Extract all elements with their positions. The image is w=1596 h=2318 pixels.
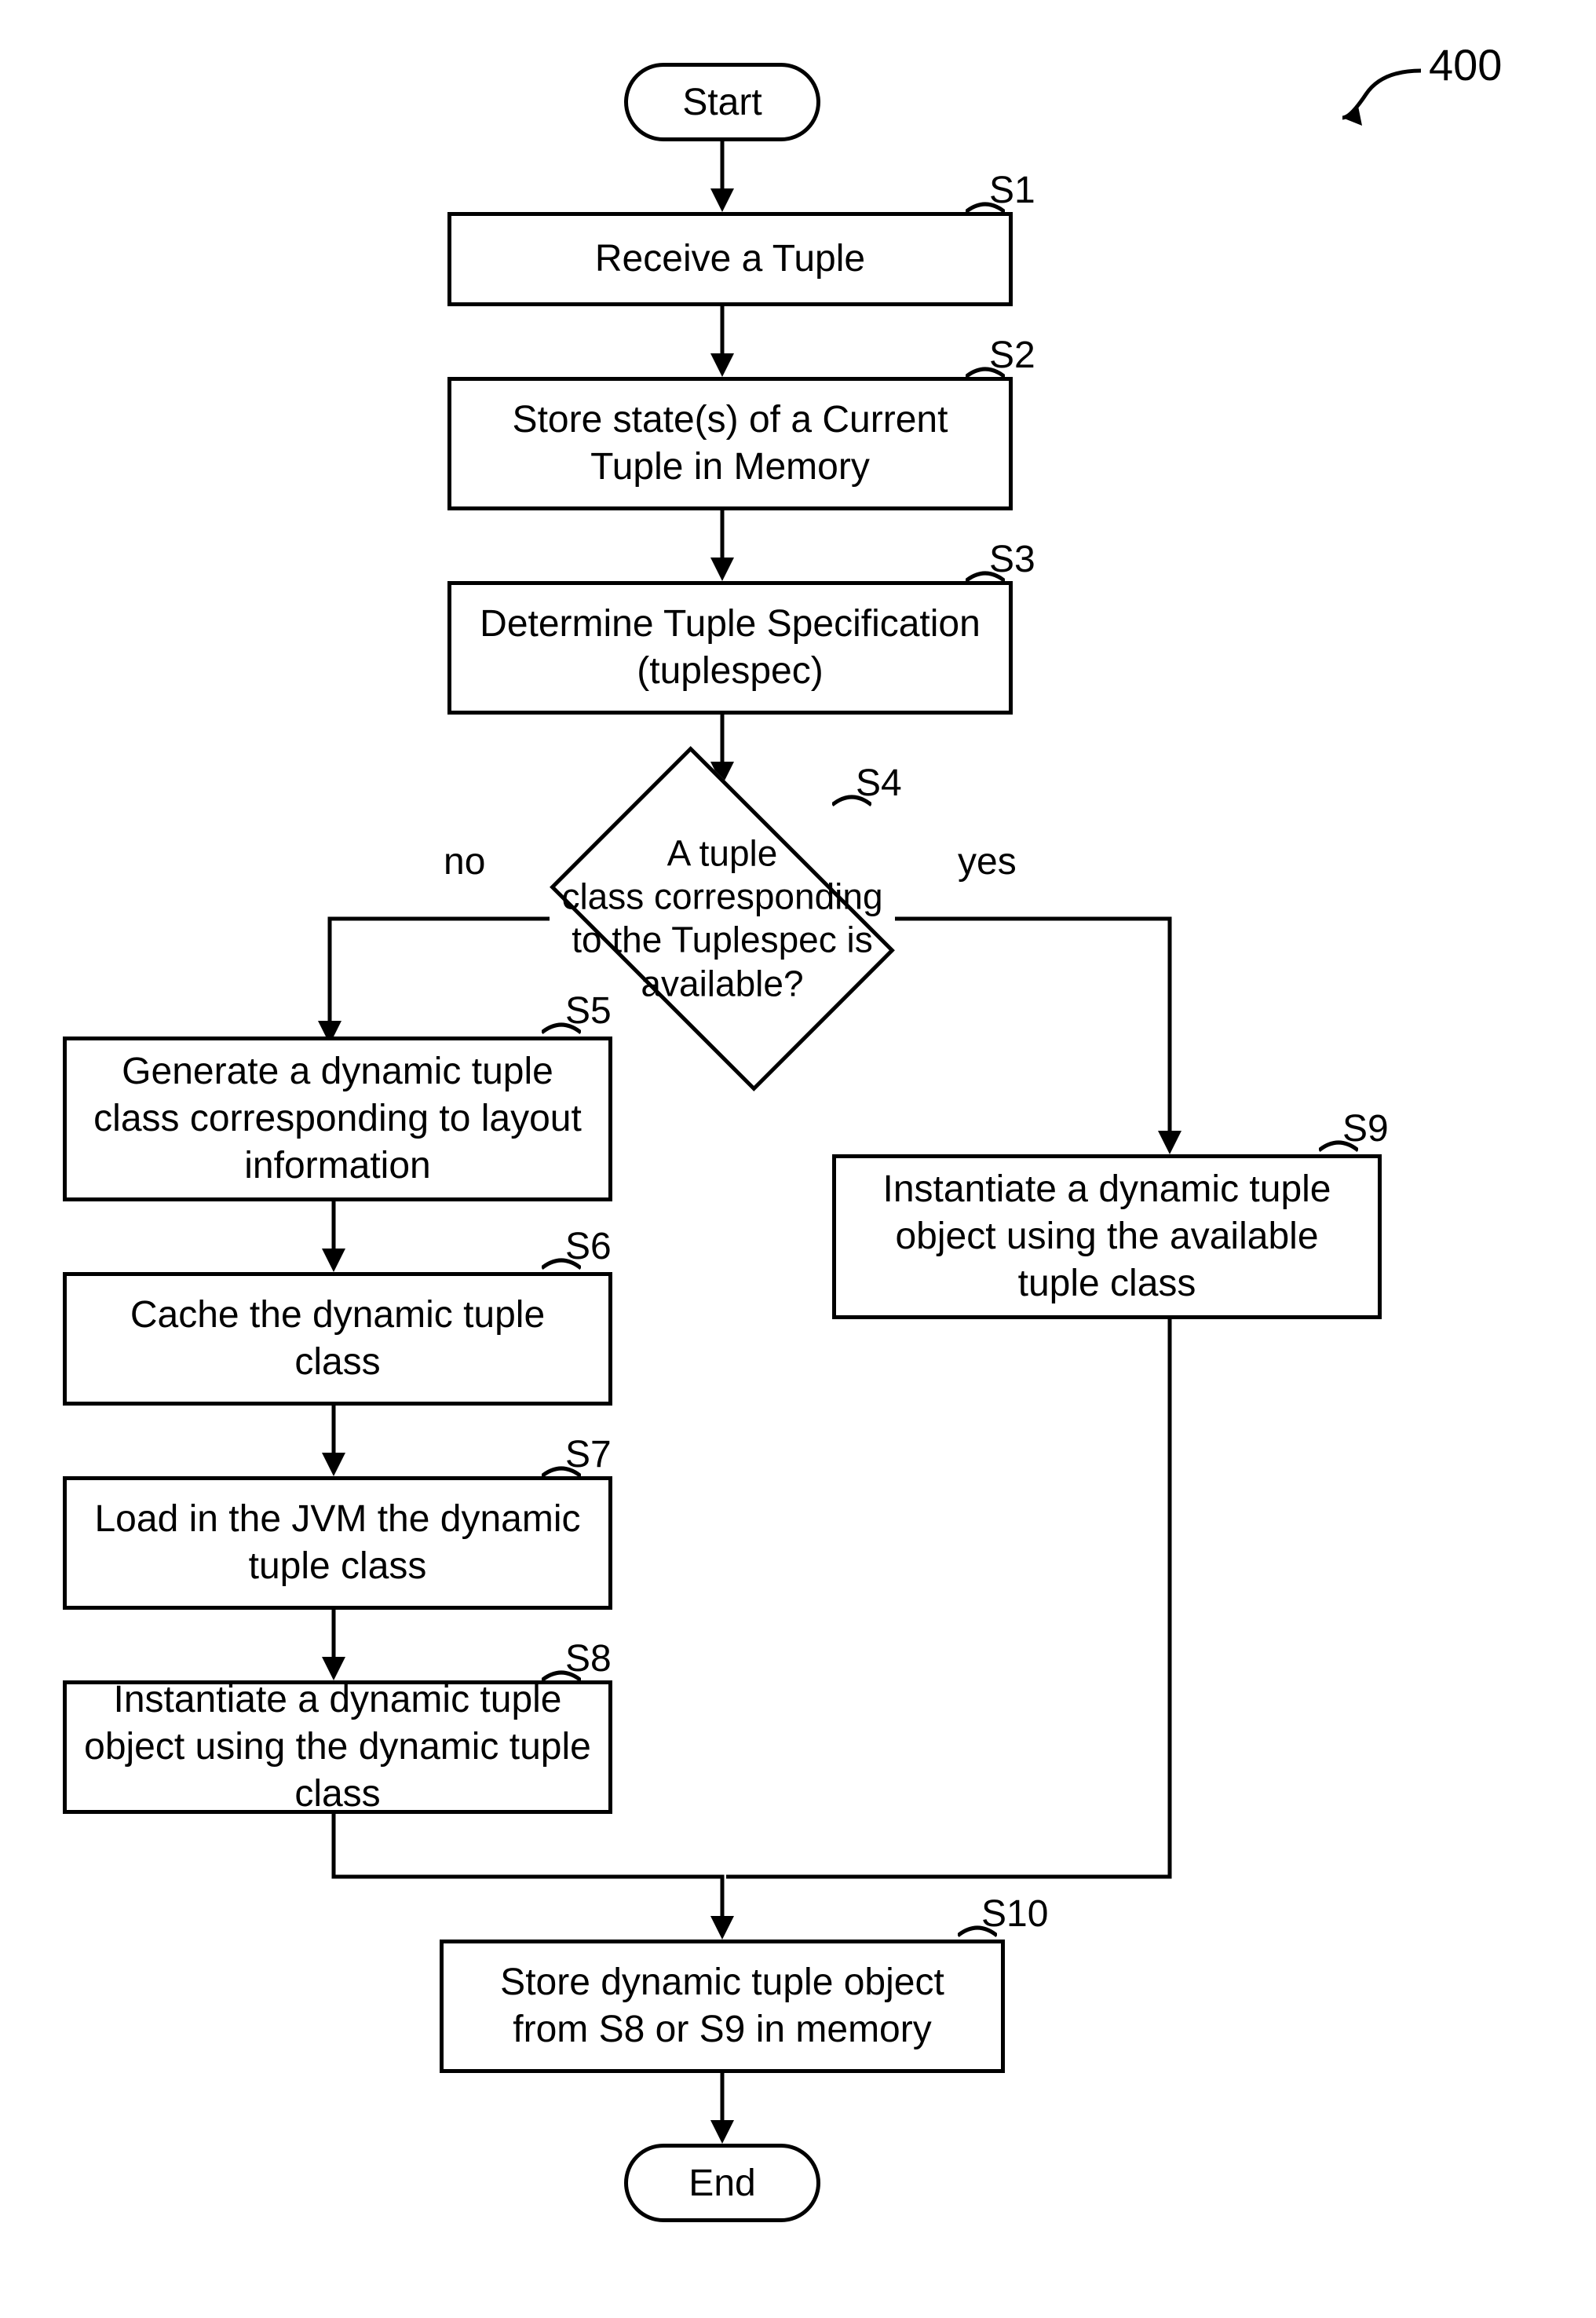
arrow-start-s1 <box>710 141 734 212</box>
figure-ref-arrow <box>1335 63 1437 133</box>
s4-text-l3: to the Tuplespec is <box>572 920 873 960</box>
label-s9-tick <box>1319 1135 1358 1154</box>
step-s5: Generate a dynamic tuple class correspon… <box>63 1037 612 1201</box>
step-s6: Cache the dynamic tuple class <box>63 1272 612 1406</box>
step-s1: Receive a Tuple <box>447 212 1013 306</box>
arrow-s10-end <box>710 2073 734 2144</box>
arrow-s6-s7 <box>322 1406 345 1476</box>
step-s8: Instantiate a dynamic tuple object using… <box>63 1680 612 1814</box>
label-no: no <box>444 840 485 883</box>
arrow-s2-s3 <box>710 510 734 581</box>
end-terminator: End <box>624 2144 820 2222</box>
label-s6-tick <box>542 1252 581 1272</box>
step-s3: Determine Tuple Specification (tuplespec… <box>447 581 1013 715</box>
arrow-s4-no-s5 <box>322 911 557 1044</box>
step-s10: Store dynamic tuple object from S8 or S9… <box>440 1940 1005 2073</box>
label-yes: yes <box>958 840 1017 883</box>
arrow-s4-yes-s9 <box>887 911 1178 1154</box>
s4-text-l4: available? <box>641 963 803 1004</box>
flowchart-canvas: 400 Start S1 Receive a Tuple S2 Store st… <box>0 0 1596 2318</box>
s4-text-l2: class corresponding <box>561 876 882 917</box>
arrow-s9-merge <box>714 1319 1185 1885</box>
step-s7: Load in the JVM the dynamic tuple class <box>63 1476 612 1610</box>
arrow-s7-s8 <box>322 1610 345 1680</box>
start-terminator: Start <box>624 63 820 141</box>
arrow-s1-s2 <box>710 306 734 377</box>
s4-text-l1: A tuple <box>667 833 778 874</box>
arrow-s5-s6 <box>322 1201 345 1272</box>
step-s9: Instantiate a dynamic tuple object using… <box>832 1154 1382 1319</box>
figure-ref-400: 400 <box>1429 39 1502 90</box>
label-s10-tick <box>958 1920 997 1940</box>
label-s5-tick <box>542 1017 581 1037</box>
arrow-s8-merge <box>322 1814 730 1940</box>
step-s2: Store state(s) of a Current Tuple in Mem… <box>447 377 1013 510</box>
